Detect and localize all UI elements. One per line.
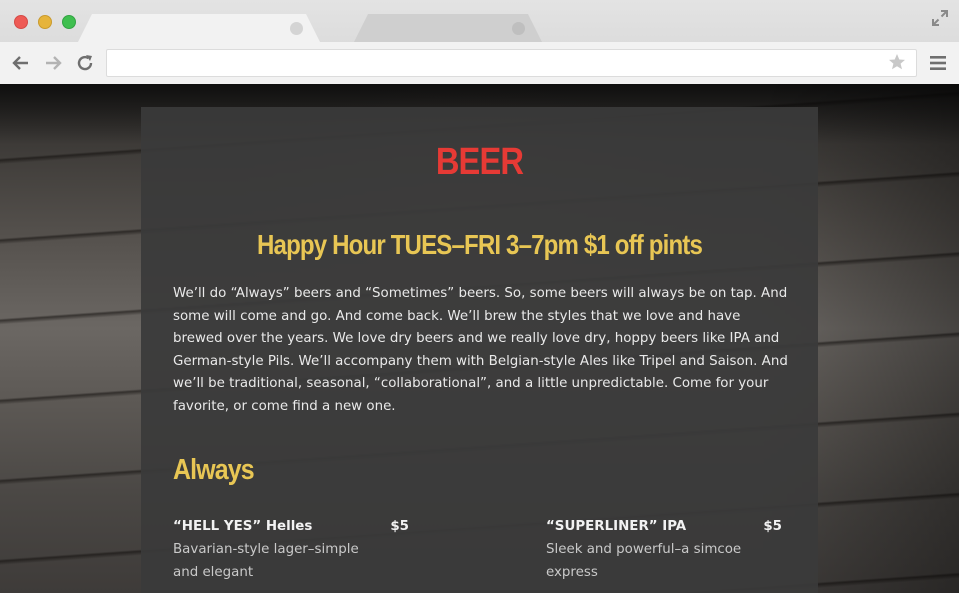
maximize-window-button[interactable] <box>62 15 76 29</box>
back-arrow-icon[interactable] <box>11 53 31 73</box>
beer-description: Bavarian-style lager–simple and elegant <box>173 542 359 580</box>
beer-description: Sleek and powerful–a simcoe express <box>546 542 742 580</box>
tab-shape <box>78 14 320 42</box>
page-viewport: BEER Happy Hour TUES–FRI 3–7pm $1 off pi… <box>0 84 959 593</box>
menu-panel: BEER Happy Hour TUES–FRI 3–7pm $1 off pi… <box>141 107 818 593</box>
reload-icon[interactable] <box>75 53 95 73</box>
bookmark-star-icon[interactable] <box>888 53 906 71</box>
always-section-heading: Always <box>173 454 255 486</box>
fullscreen-icon[interactable] <box>931 9 949 27</box>
beer-list-item: “SUPERLINER” IPA $5 Sleek and powerful–a… <box>546 517 782 584</box>
browser-tab-active[interactable] <box>78 14 320 42</box>
beer-item-header: “SUPERLINER” IPA $5 <box>546 517 782 539</box>
tab-strip <box>0 0 959 42</box>
intro-paragraph: We’ll do “Always” beers and “Sometimes” … <box>173 286 788 414</box>
happy-hour-banner: Happy Hour TUES–FRI 3–7pm $1 off pints <box>257 229 703 260</box>
beer-price: $5 <box>763 519 782 534</box>
beer-name: “SUPERLINER” IPA <box>546 519 687 534</box>
address-bar[interactable] <box>106 49 917 77</box>
beer-price: $5 <box>390 519 409 534</box>
close-window-button[interactable] <box>14 15 28 29</box>
page-title: BEER <box>435 141 524 183</box>
beer-name: “HELL YES” Helles <box>173 519 313 534</box>
browser-chrome <box>0 0 959 84</box>
forward-arrow-icon[interactable] <box>43 53 63 73</box>
beer-list-item: “HELL YES” Helles $5 Bavarian-style lage… <box>173 517 409 584</box>
tab-close-icon[interactable] <box>290 22 303 35</box>
hamburger-menu-icon[interactable] <box>929 54 947 72</box>
minimize-window-button[interactable] <box>38 15 52 29</box>
beer-item-header: “HELL YES” Helles $5 <box>173 517 409 539</box>
browser-toolbar <box>0 42 959 84</box>
browser-tab-inactive[interactable] <box>354 14 542 42</box>
tab-close-icon[interactable] <box>512 22 525 35</box>
